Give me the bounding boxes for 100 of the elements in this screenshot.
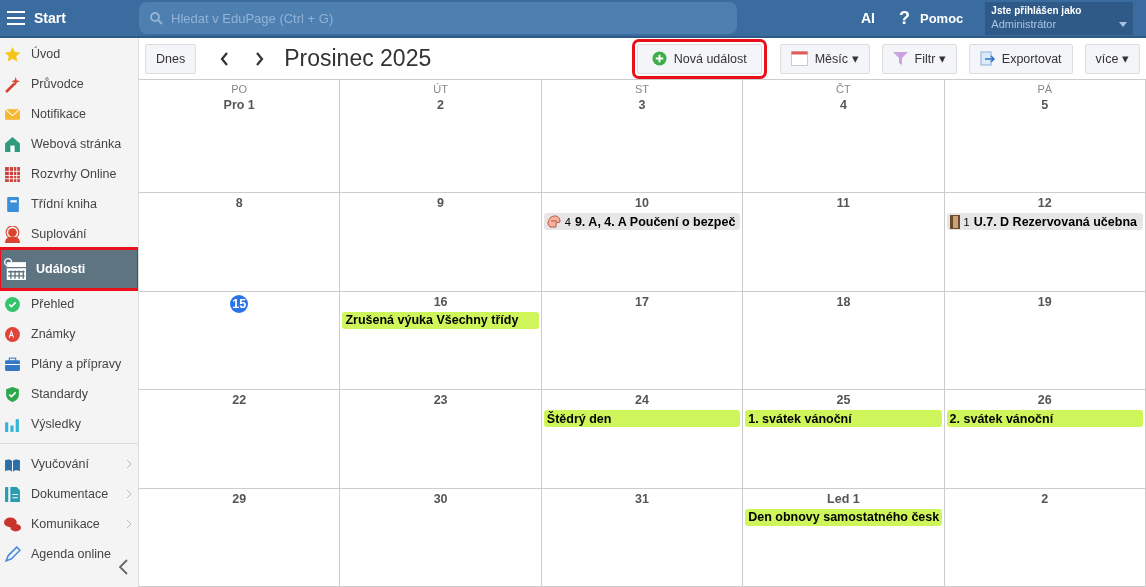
calendar-icon — [4, 258, 26, 280]
day-number: 11 — [836, 196, 850, 211]
weekday-label: ST — [634, 83, 649, 95]
day-cell[interactable]: 12 1 U.7. D Rezervovaná učebna — [944, 193, 1146, 292]
shield-icon — [4, 385, 21, 403]
day-number: 25 — [836, 393, 851, 408]
sidebar-item[interactable]: Notifikace — [0, 99, 138, 129]
today-button[interactable]: Dnes — [145, 43, 197, 74]
event-chip[interactable]: Štědrý den — [543, 410, 741, 428]
chevron-icon — [126, 489, 132, 499]
house-icon — [4, 135, 21, 153]
sidebar-item[interactable]: Třídní kniha — [0, 189, 138, 219]
filter-button[interactable]: Filtr ▾ — [881, 43, 957, 74]
sidebar-item[interactable]: Vyučování — [0, 449, 138, 479]
view-button[interactable]: Měsíc ▾ — [779, 43, 870, 74]
sidebar-item[interactable]: Agenda online — [0, 539, 138, 569]
event-chip[interactable]: Den obnovy samostatného česk — [745, 508, 942, 526]
sidebar-item[interactable]: Standardy — [0, 379, 138, 409]
export-icon — [979, 51, 995, 66]
day-number: 22 — [232, 393, 247, 408]
user-menu[interactable]: Jste přihlášen jako Administrátor — [985, 1, 1134, 35]
sidebar-item[interactable]: Úvod — [0, 39, 138, 69]
day-cell[interactable]: 25 1. svátek vánoční — [743, 390, 945, 489]
day-cell[interactable]: 4 — [743, 95, 945, 194]
day-number: 16 — [433, 294, 448, 309]
funnel-icon — [892, 51, 908, 66]
day-cell[interactable]: 18 — [743, 291, 945, 391]
event-chip[interactable]: 1 U.7. D Rezervovaná učebna — [946, 213, 1143, 231]
day-cell[interactable]: 16 Zrušená výuka Všechny třídy — [340, 291, 542, 391]
day-cell[interactable]: 19 — [944, 291, 1146, 391]
day-cell[interactable]: 9 — [340, 193, 542, 292]
day-number: Led 1 — [827, 491, 860, 506]
sidebar-item[interactable]: Výsledky — [0, 409, 138, 439]
day-number: 15 — [230, 294, 249, 313]
help-link[interactable]: Pomoc — [920, 10, 964, 26]
day-cell[interactable]: Pro 1 — [139, 95, 341, 194]
sidebar-item[interactable]: Přehled — [0, 289, 138, 319]
chevron-left-icon — [220, 51, 230, 66]
day-cell[interactable]: 23 — [340, 390, 542, 489]
day-cell[interactable]: 22 — [139, 390, 341, 489]
sidebar-item[interactable]: Průvodce — [0, 69, 138, 99]
day-number: 9 — [437, 196, 445, 211]
day-number: 19 — [1037, 294, 1052, 309]
help-icon[interactable]: ? — [899, 7, 910, 29]
day-cell[interactable]: 3 — [541, 95, 744, 194]
calendar-icon — [790, 51, 808, 66]
day-number: 24 — [635, 393, 649, 408]
day-number: 23 — [433, 393, 448, 408]
day-number: 4 — [839, 98, 847, 112]
day-cell[interactable]: 2 — [944, 488, 1146, 587]
month-title: Prosinec 2025 — [284, 45, 433, 72]
day-cell[interactable]: 17 — [541, 291, 744, 391]
day-number: 26 — [1037, 393, 1052, 408]
app-title[interactable]: Start — [34, 10, 66, 26]
day-cell[interactable]: 10 4 9. A, 4. A Poučení o bezpeč — [541, 193, 744, 292]
menu-icon[interactable] — [6, 10, 26, 26]
ai-button[interactable]: AI — [861, 10, 875, 26]
day-cell[interactable]: 29 — [139, 488, 341, 587]
sidebar-item[interactable]: Známky — [0, 319, 138, 349]
sidebar-item[interactable]: Komunikace — [0, 509, 138, 539]
day-number: Pro 1 — [223, 98, 255, 112]
sidebar-item[interactable]: Webová stránka — [0, 129, 138, 159]
weekday-label: PO — [231, 83, 248, 95]
sidebar-item[interactable]: Suplování — [0, 219, 138, 249]
day-cell[interactable]: 11 — [743, 193, 945, 292]
day-number: 18 — [836, 294, 851, 309]
star-icon — [4, 45, 21, 63]
pen-icon — [4, 545, 21, 563]
chat-icon — [4, 515, 21, 533]
export-button[interactable]: Exportovat — [968, 43, 1073, 74]
day-number: 2 — [1041, 491, 1049, 506]
day-cell[interactable]: 24 Štědrý den — [541, 390, 744, 489]
event-chip[interactable]: 2. svátek vánoční — [946, 410, 1143, 428]
sidebar-item[interactable]: Rozvrhy Online — [0, 159, 138, 189]
check-circle-icon — [4, 295, 21, 313]
dropdown-icon — [1119, 21, 1128, 27]
search-field[interactable]: Hledat v EduPage (Ctrl + G) — [139, 2, 737, 34]
day-number: 12 — [1037, 196, 1052, 211]
day-cell[interactable]: 5 — [944, 95, 1146, 194]
day-number: 17 — [635, 294, 649, 309]
day-cell[interactable]: 8 — [139, 193, 341, 292]
sidebar-item[interactable]: Události — [0, 249, 138, 289]
day-cell[interactable]: 15 — [139, 291, 341, 391]
day-cell[interactable]: 30 — [340, 488, 542, 587]
event-chip[interactable]: 1. svátek vánoční — [745, 410, 942, 428]
sidebar-item[interactable]: Dokumentace — [0, 479, 138, 509]
user-caption: Jste přihlášen jako — [991, 4, 1082, 16]
event-chip[interactable]: Zrušená výuka Všechny třídy — [342, 311, 539, 329]
event-chip[interactable]: 4 9. A, 4. A Poučení o bezpeč — [543, 213, 741, 231]
sidebar-item[interactable]: Plány a přípravy — [0, 349, 138, 379]
day-cell[interactable]: 26 2. svátek vánoční — [944, 390, 1146, 489]
day-cell[interactable]: 31 — [541, 488, 744, 587]
day-cell[interactable]: 2 — [340, 95, 542, 194]
day-number: 5 — [1041, 98, 1049, 112]
more-button[interactable]: více ▾ — [1084, 43, 1140, 74]
briefcase-icon — [4, 355, 21, 373]
day-cell[interactable]: Led 1 Den obnovy samostatného česk — [743, 488, 945, 587]
collapse-icon[interactable] — [119, 559, 128, 575]
grid-icon — [4, 165, 21, 183]
door-icon — [949, 214, 960, 229]
